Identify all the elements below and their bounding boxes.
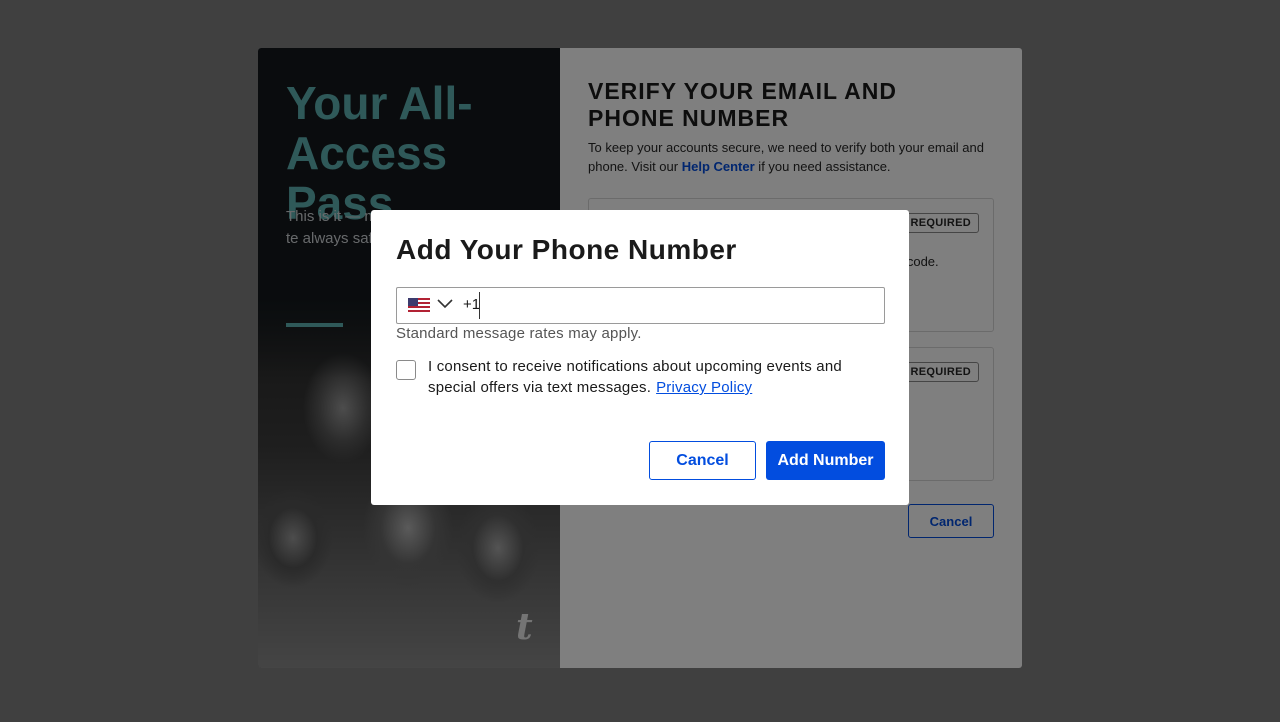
consent-checkbox[interactable] [396, 360, 416, 380]
phone-input[interactable] [479, 292, 879, 319]
phone-field: +1 [396, 287, 885, 324]
add-phone-modal: Add Your Phone Number +1 Standard messag… [371, 210, 909, 505]
add-number-button[interactable]: Add Number [766, 441, 885, 480]
cancel-button[interactable]: Cancel [649, 441, 756, 480]
privacy-policy-link[interactable]: Privacy Policy [656, 379, 752, 396]
modal-title: Add Your Phone Number [396, 234, 737, 265]
dial-code: +1 [463, 296, 481, 313]
rates-note: Standard message rates may apply. [396, 325, 642, 342]
us-flag-icon[interactable] [408, 298, 430, 312]
consent-label: I consent to receive notifications about… [428, 358, 842, 396]
chevron-down-icon[interactable] [437, 299, 453, 309]
